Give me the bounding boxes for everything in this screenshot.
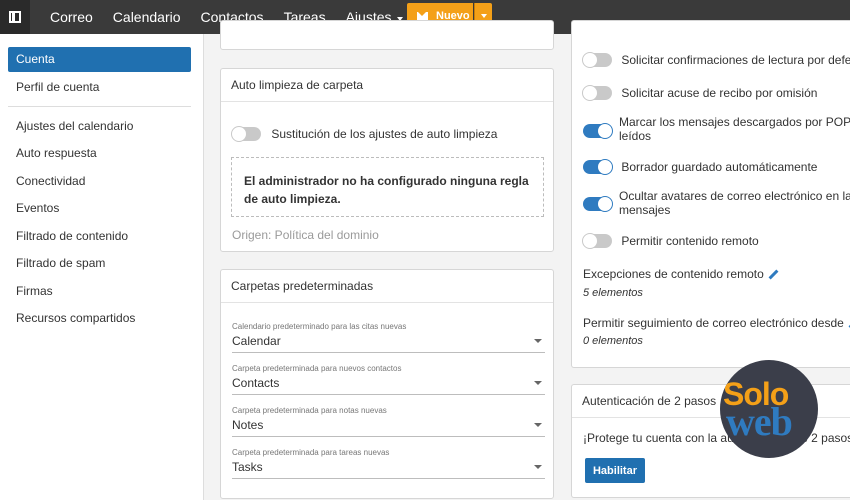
sidebar-icon bbox=[9, 11, 21, 23]
autosave-draft-row[interactable]: Borrador guardado automáticamente bbox=[583, 158, 818, 175]
tracking-row[interactable]: Permitir seguimiento de correo electróni… bbox=[583, 316, 850, 330]
sidebar-item-filtrado-de-contenido[interactable]: Filtrado de contenido bbox=[8, 224, 191, 249]
envelope-icon bbox=[417, 11, 428, 20]
sidebar-item-filtrado-de-spam[interactable]: Filtrado de spam bbox=[8, 251, 191, 276]
remote-exceptions-label: Excepciones de contenido remoto bbox=[583, 267, 764, 281]
default-notes-label: Carpeta predeterminada para notas nuevas bbox=[232, 406, 387, 415]
default-contacts-label: Carpeta predeterminada para nuevos conta… bbox=[232, 364, 402, 373]
chevron-down-icon bbox=[480, 13, 487, 18]
delivery-receipt-row[interactable]: Solicitar acuse de recibo por omisión bbox=[582, 84, 818, 101]
chevron-down-icon bbox=[534, 381, 542, 385]
auto-clean-notice: El administrador no ha configurado ningu… bbox=[231, 157, 544, 217]
sidebar-item-recursos-compartidos[interactable]: Recursos compartidos bbox=[8, 306, 191, 331]
auto-clean-title: Auto limpieza de carpeta bbox=[221, 69, 553, 102]
default-tasks-label: Carpeta predeterminada para tareas nueva… bbox=[232, 448, 390, 457]
enable-two-factor-button[interactable]: Habilitar bbox=[585, 458, 645, 483]
hide-avatars-label: Ocultar avatares de correo electrónico e… bbox=[619, 189, 850, 217]
remote-exceptions-count: 5 elementos bbox=[583, 287, 643, 299]
sidebar-divider bbox=[8, 106, 191, 107]
pencil-icon[interactable] bbox=[768, 270, 778, 280]
sidebar-item-cuenta[interactable]: Cuenta bbox=[8, 47, 191, 72]
hide-avatars-label-line1: Ocultar avatares de correo electrónico e… bbox=[619, 189, 850, 203]
autosave-draft-label: Borrador guardado automáticamente bbox=[621, 159, 818, 174]
sidebar-toggle-button[interactable] bbox=[0, 0, 30, 34]
sidebar-item-ajustes-del-calendario[interactable]: Ajustes del calendario bbox=[8, 114, 191, 139]
sidebar-item-conectividad[interactable]: Conectividad bbox=[8, 169, 191, 194]
default-folders-card: Carpetas predeterminadas Calendario pred… bbox=[220, 269, 554, 499]
auto-clean-override-row[interactable]: Sustitución de los ajustes de auto limpi… bbox=[231, 125, 498, 142]
default-contacts-value: Contacts bbox=[232, 376, 280, 390]
remote-content-row[interactable]: Permitir contenido remoto bbox=[582, 232, 759, 249]
tracking-label: Permitir seguimiento de correo electróni… bbox=[583, 316, 844, 330]
soloweb-logo: Solo web bbox=[720, 360, 818, 458]
nav-correo[interactable]: Correo bbox=[50, 9, 93, 25]
chevron-down-icon bbox=[534, 339, 542, 343]
chevron-down-icon bbox=[534, 423, 542, 427]
default-calendar-value: Calendar bbox=[232, 334, 281, 348]
mail-options-card: Solicitar confirmaciones de lectura por … bbox=[571, 20, 850, 368]
default-calendar-select[interactable]: Calendario predeterminado para las citas… bbox=[232, 322, 545, 353]
pop-mark-read-label-line2: leídos bbox=[619, 129, 652, 143]
default-notes-value: Notes bbox=[232, 418, 264, 432]
default-contacts-select[interactable]: Carpeta predeterminada para nuevos conta… bbox=[232, 364, 545, 395]
read-receipt-row[interactable]: Solicitar confirmaciones de lectura por … bbox=[582, 51, 850, 68]
default-tasks-value: Tasks bbox=[232, 460, 263, 474]
chevron-down-icon bbox=[534, 465, 542, 469]
hide-avatars-toggle[interactable] bbox=[583, 195, 613, 212]
default-notes-select[interactable]: Carpeta predeterminada para notas nuevas… bbox=[232, 406, 545, 437]
logo-text-web: web bbox=[726, 399, 793, 444]
sidebar-item-perfil-de-cuenta[interactable]: Perfil de cuenta bbox=[8, 75, 191, 100]
auto-clean-origin: Origen: Política del dominio bbox=[232, 228, 379, 242]
sidebar-item-firmas[interactable]: Firmas bbox=[8, 279, 191, 304]
remote-content-toggle[interactable] bbox=[582, 232, 612, 249]
pop-mark-read-toggle[interactable] bbox=[583, 122, 613, 139]
pop-mark-read-row[interactable] bbox=[583, 122, 613, 139]
read-receipt-label: Solicitar confirmaciones de lectura por … bbox=[621, 52, 850, 67]
default-calendar-label: Calendario predeterminado para las citas… bbox=[232, 322, 407, 331]
remote-exceptions-row[interactable]: Excepciones de contenido remoto bbox=[583, 267, 778, 281]
delivery-receipt-toggle[interactable] bbox=[582, 84, 612, 101]
pop-mark-read-label: Marcar los mensajes descargados por POP … bbox=[619, 115, 850, 143]
tracking-count: 0 elementos bbox=[583, 335, 643, 347]
default-folders-title: Carpetas predeterminadas bbox=[221, 270, 553, 303]
nav-calendario[interactable]: Calendario bbox=[113, 9, 181, 25]
pop-mark-read-label-line1: Marcar los mensajes descargados por POP … bbox=[619, 115, 850, 129]
auto-clean-override-toggle[interactable] bbox=[231, 125, 261, 142]
settings-sidebar: Cuenta Perfil de cuenta Ajustes del cale… bbox=[0, 34, 204, 500]
autosave-draft-toggle[interactable] bbox=[583, 158, 613, 175]
delivery-receipt-label: Solicitar acuse de recibo por omisión bbox=[621, 85, 818, 100]
auto-clean-override-label: Sustitución de los ajustes de auto limpi… bbox=[271, 126, 498, 141]
auto-clean-card: Auto limpieza de carpeta Sustitución de … bbox=[220, 68, 554, 252]
hide-avatars-row[interactable] bbox=[583, 195, 613, 212]
remote-content-label: Permitir contenido remoto bbox=[621, 233, 759, 248]
default-tasks-select[interactable]: Carpeta predeterminada para tareas nueva… bbox=[232, 448, 545, 479]
previous-settings-card bbox=[220, 20, 554, 50]
sidebar-item-eventos[interactable]: Eventos bbox=[8, 196, 191, 221]
sidebar-item-auto-respuesta[interactable]: Auto respuesta bbox=[8, 141, 191, 166]
hide-avatars-label-line2: mensajes bbox=[619, 203, 671, 217]
read-receipt-toggle[interactable] bbox=[582, 51, 612, 68]
